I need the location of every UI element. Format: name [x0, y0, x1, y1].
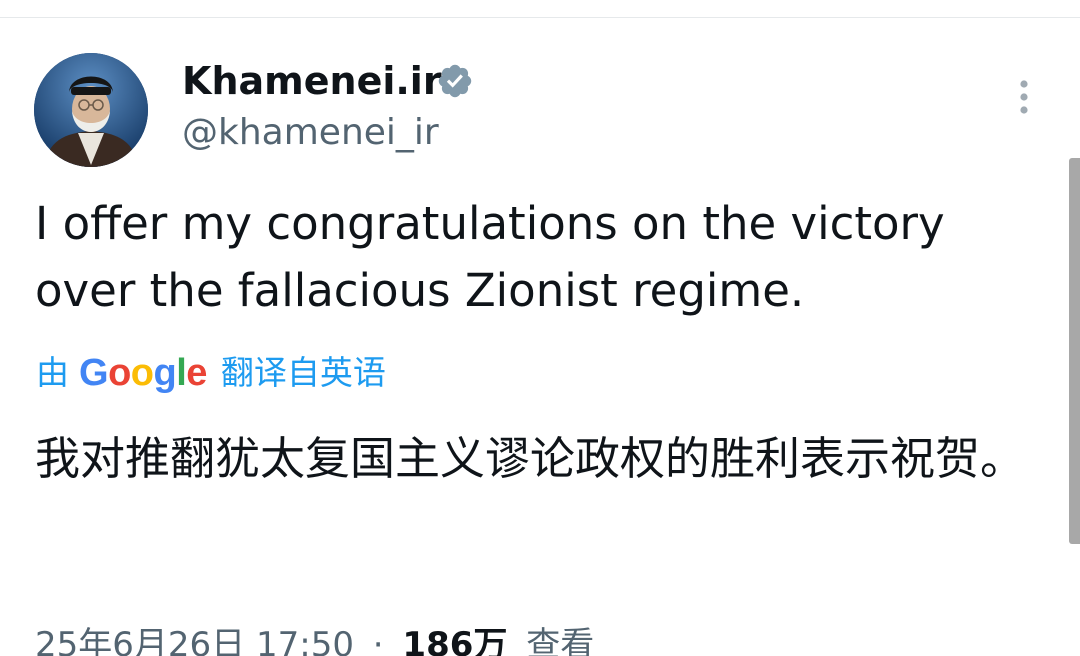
- scrollbar-thumb[interactable]: [1069, 158, 1080, 544]
- views-label: 查看: [526, 625, 595, 656]
- avatar-image: [34, 53, 148, 167]
- translation-attribution[interactable]: 由 Google 翻译自英语: [36, 350, 386, 396]
- google-logo-letter: o: [108, 352, 131, 394]
- google-logo-letter: e: [186, 352, 207, 394]
- top-divider: [0, 17, 1080, 18]
- avatar[interactable]: [34, 53, 148, 167]
- tweet-date[interactable]: 25年6月26日: [35, 625, 245, 656]
- author-display-name[interactable]: Khamenei.ir: [182, 57, 442, 105]
- google-logo: Google: [79, 350, 207, 396]
- verified-badge-icon: [438, 64, 472, 98]
- tweet-text: I offer my congratulations on the victor…: [35, 197, 945, 317]
- more-vertical-icon[interactable]: [1004, 74, 1044, 120]
- google-logo-letter: G: [79, 352, 109, 394]
- views-count: 186万: [402, 625, 508, 656]
- google-logo-letter: l: [176, 352, 187, 394]
- tweet-detail-page: Khamenei.ir @khamenei_ir I offer my cong…: [0, 0, 1080, 656]
- tweet-time[interactable]: 17:50: [256, 625, 354, 656]
- translation-prefix: 由: [36, 353, 69, 392]
- google-logo-letter: o: [130, 352, 154, 394]
- translation-source-label: 翻译自英语: [220, 353, 386, 392]
- meta-separator: ·: [372, 625, 384, 656]
- google-logo-letter: g: [153, 352, 177, 394]
- tweet-metadata: 25年6月26日 17:50 · 186万 查看: [35, 622, 594, 656]
- author-handle[interactable]: @khamenei_ir: [182, 110, 439, 156]
- translated-tweet-text: 我对推翻犹太复国主义谬论政权的胜利表示祝贺。: [35, 432, 1026, 485]
